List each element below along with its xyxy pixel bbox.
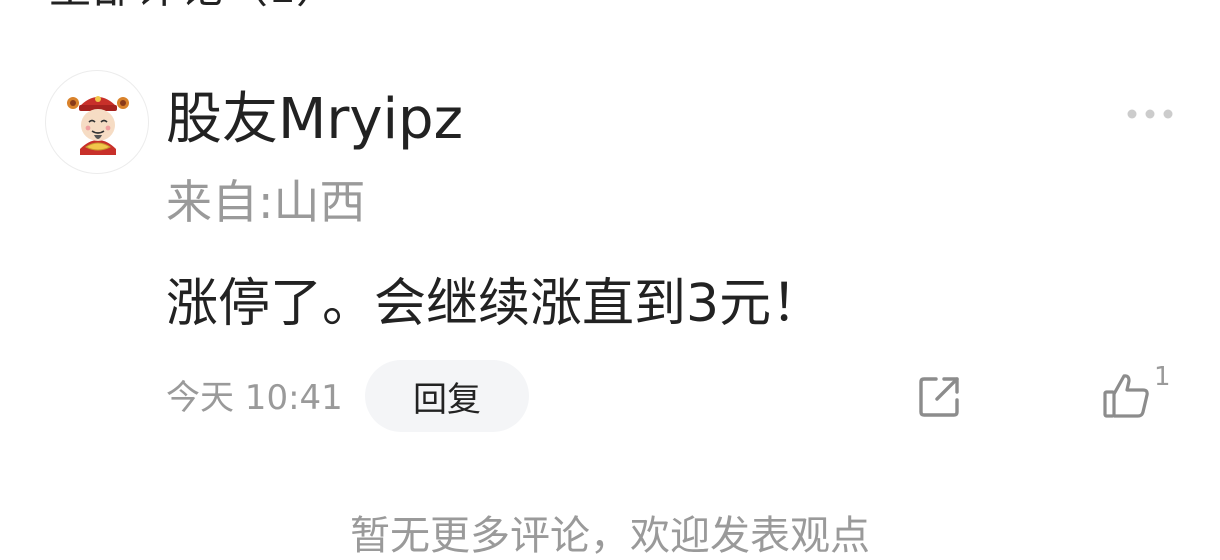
no-more-comments-note: 暂无更多评论，欢迎发表观点 <box>350 513 870 559</box>
like-count: 1 <box>1154 362 1171 392</box>
comment-text: 涨停了。会继续涨直到3元！ <box>166 274 824 334</box>
avatar[interactable] <box>45 70 149 174</box>
location-label: 来自:山西 <box>166 175 366 229</box>
thumbs-up-icon <box>1103 374 1149 418</box>
like-button[interactable]: 1 <box>1102 362 1182 422</box>
timestamp: 今天 10:41 <box>166 378 343 418</box>
more-dots-icon[interactable] <box>1126 104 1174 124</box>
caishen-avatar-icon <box>67 96 129 155</box>
share-icon[interactable] <box>916 374 962 420</box>
username[interactable]: 股友Mryipz <box>166 88 463 152</box>
section-header: 全部评论（1） <box>48 0 340 10</box>
reply-button[interactable]: 回复 <box>365 360 529 432</box>
